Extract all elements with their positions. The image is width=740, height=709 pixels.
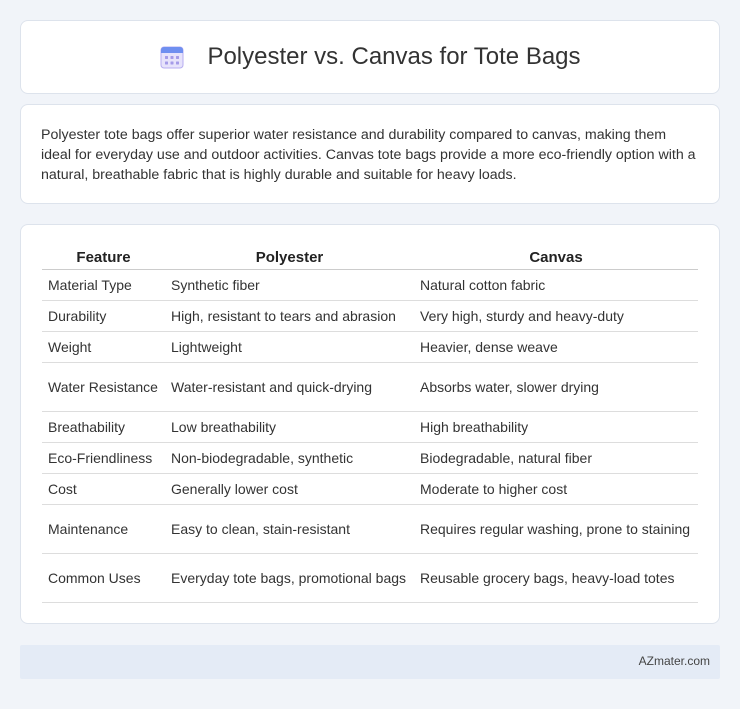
polyester-cell: High, resistant to tears and abrasion <box>165 300 414 332</box>
feature-cell: Common Uses <box>42 553 165 603</box>
feature-cell: Weight <box>42 331 165 363</box>
polyester-cell: Everyday tote bags, promotional bags <box>165 553 414 603</box>
feature-cell: Material Type <box>42 269 165 301</box>
polyester-cell: Lightweight <box>165 331 414 363</box>
header-canvas: Canvas <box>414 245 698 270</box>
feature-cell: Cost <box>42 473 165 505</box>
title-card: Polyester vs. Canvas for Tote Bags <box>20 20 720 94</box>
comparison-card: Feature Polyester Canvas Material Type S… <box>20 224 720 624</box>
table-row: Water Resistance Water-resistant and qui… <box>42 362 698 412</box>
polyester-cell: Low breathability <box>165 411 414 443</box>
polyester-cell: Easy to clean, stain-resistant <box>165 504 414 554</box>
table-row: Common Uses Everyday tote bags, promotio… <box>42 553 698 603</box>
header-polyester: Polyester <box>165 245 414 270</box>
canvas-cell: Heavier, dense weave <box>414 331 698 363</box>
polyester-cell: Water-resistant and quick-drying <box>165 362 414 412</box>
feature-cell: Breathability <box>42 411 165 443</box>
table-row: Eco-Friendliness Non-biodegradable, synt… <box>42 442 698 474</box>
calendar-icon <box>160 46 184 69</box>
table-header-row: Feature Polyester Canvas <box>42 245 698 270</box>
table-row: Cost Generally lower cost Moderate to hi… <box>42 473 698 505</box>
canvas-cell: Biodegradable, natural fiber <box>414 442 698 474</box>
table-row: Material Type Synthetic fiber Natural co… <box>42 269 698 301</box>
canvas-cell: Natural cotton fabric <box>414 269 698 301</box>
polyester-cell: Non-biodegradable, synthetic <box>165 442 414 474</box>
feature-cell: Durability <box>42 300 165 332</box>
canvas-cell: Moderate to higher cost <box>414 473 698 505</box>
polyester-cell: Synthetic fiber <box>165 269 414 301</box>
intro-card: Polyester tote bags offer superior water… <box>20 104 720 204</box>
canvas-cell: Absorbs water, slower drying <box>414 362 698 412</box>
page-title: Polyester vs. Canvas for Tote Bags <box>207 43 581 70</box>
canvas-cell: Reusable grocery bags, heavy-load totes <box>414 553 698 603</box>
feature-cell: Maintenance <box>42 504 165 554</box>
canvas-cell: Requires regular washing, prone to stain… <box>414 504 698 554</box>
footer-source: AZmater.com <box>638 654 710 668</box>
canvas-cell: Very high, sturdy and heavy-duty <box>414 300 698 332</box>
table-row: Maintenance Easy to clean, stain-resista… <box>42 504 698 554</box>
footer: AZmater.com <box>20 645 720 679</box>
table-row: Breathability Low breathability High bre… <box>42 411 698 443</box>
intro-text: Polyester tote bags offer superior water… <box>41 127 696 183</box>
header-feature: Feature <box>42 245 165 270</box>
feature-cell: Water Resistance <box>42 362 165 412</box>
comparison-table: Feature Polyester Canvas Material Type S… <box>42 245 698 603</box>
table-row: Durability High, resistant to tears and … <box>42 300 698 332</box>
feature-cell: Eco-Friendliness <box>42 442 165 474</box>
table-row: Weight Lightweight Heavier, dense weave <box>42 331 698 363</box>
polyester-cell: Generally lower cost <box>165 473 414 505</box>
canvas-cell: High breathability <box>414 411 698 443</box>
